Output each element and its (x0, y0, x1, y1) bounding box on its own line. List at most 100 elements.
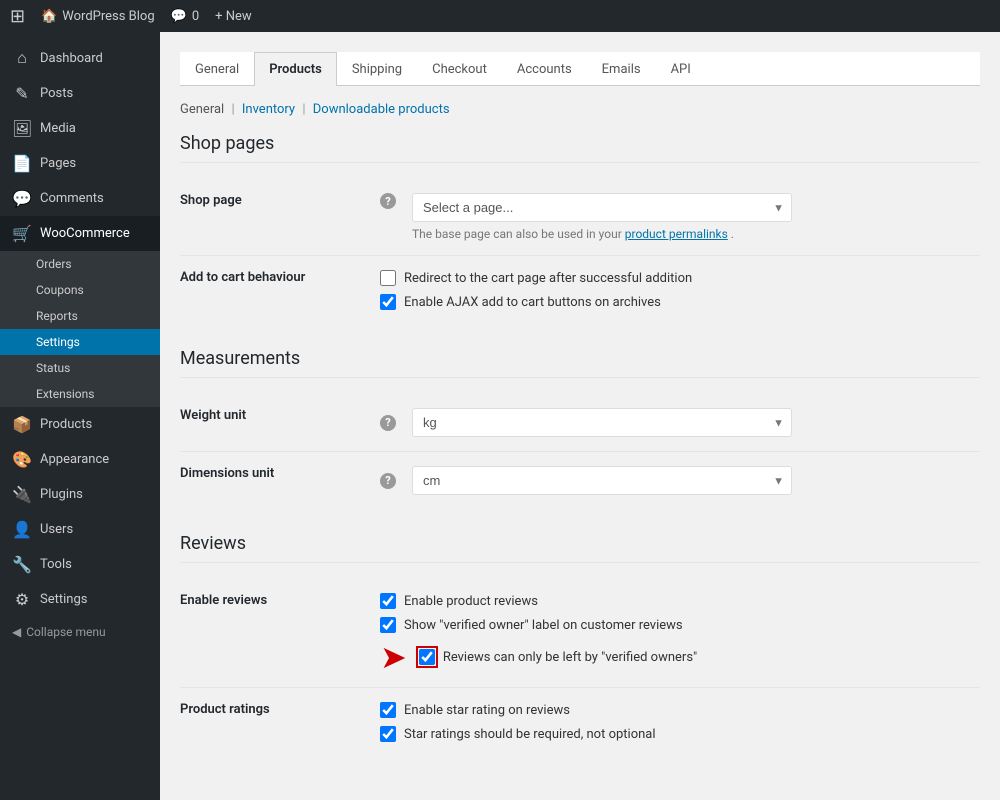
posts-icon: ✎ (12, 84, 32, 103)
enable-reviews-option1-label: Enable product reviews (404, 594, 538, 609)
shop-page-help-text: The base page can also be used in your p… (412, 227, 792, 241)
measurements-table: Weight unit ? kg g lbs oz (180, 394, 980, 509)
sidebar-item-pages[interactable]: 📄 Pages (0, 146, 160, 181)
sidebar-item-media[interactable]: 🖼 Media (0, 111, 160, 146)
comments-icon: 💬 (171, 9, 187, 24)
collapse-icon: ◀ (12, 625, 21, 639)
new-item[interactable]: + New (215, 9, 252, 24)
sidebar-item-coupons[interactable]: Coupons (0, 277, 160, 303)
wp-logo-icon: ⊞ (10, 6, 25, 27)
collapse-menu[interactable]: ◀ Collapse menu (0, 617, 160, 647)
sidebar-item-label: Settings (40, 592, 87, 607)
sidebar-item-settings[interactable]: Settings (0, 329, 160, 355)
dimensions-unit-select-wrap: cm m mm in yd ▼ (412, 466, 792, 495)
weight-unit-label: Weight unit (180, 408, 246, 423)
product-ratings-option2-row: Star ratings should be required, not opt… (380, 726, 980, 742)
sidebar: ⌂ Dashboard ✎ Posts 🖼 Media 📄 Pages 💬 Co… (0, 32, 160, 800)
shop-pages-title: Shop pages (180, 133, 980, 163)
product-ratings-option2-checkbox[interactable] (380, 726, 396, 742)
sidebar-item-orders[interactable]: Orders (0, 251, 160, 277)
settings-label: Settings (36, 335, 80, 349)
appearance-icon: 🎨 (12, 450, 32, 469)
shop-page-label: Shop page (180, 193, 242, 208)
plugins-icon: 🔌 (12, 485, 32, 504)
sidebar-item-label: Plugins (40, 487, 83, 502)
add-to-cart-option2-checkbox[interactable] (380, 294, 396, 310)
tab-emails[interactable]: Emails (587, 52, 656, 86)
woocommerce-icon: 🛒 (12, 224, 32, 243)
enable-reviews-option3-label: Reviews can only be left by "verified ow… (443, 650, 697, 665)
extensions-label: Extensions (36, 387, 94, 401)
sidebar-item-label: Comments (40, 191, 104, 206)
product-permalinks-link[interactable]: product permalinks (625, 227, 728, 241)
sidebar-item-label: Dashboard (40, 51, 103, 66)
users-icon: 👤 (12, 520, 32, 539)
add-to-cart-row: Add to cart behaviour Redirect to the ca… (180, 256, 980, 325)
sidebar-item-woocommerce[interactable]: 🛒 WooCommerce (0, 216, 160, 251)
site-name: WordPress Blog (62, 9, 154, 24)
weight-unit-select[interactable]: kg g lbs oz (412, 408, 792, 437)
sidebar-item-users[interactable]: 👤 Users (0, 512, 160, 547)
dimensions-unit-select[interactable]: cm m mm in yd (412, 466, 792, 495)
product-ratings-option1-row: Enable star rating on reviews (380, 702, 980, 718)
dimensions-help-icon[interactable]: ? (380, 473, 396, 489)
sidebar-item-reports[interactable]: Reports (0, 303, 160, 329)
subnav-inventory[interactable]: Inventory (242, 102, 295, 117)
coupons-label: Coupons (36, 283, 84, 297)
enable-reviews-label: Enable reviews (180, 593, 267, 608)
sidebar-item-posts[interactable]: ✎ Posts (0, 76, 160, 111)
measurements-section: Measurements Weight unit ? kg (180, 348, 980, 509)
shop-pages-section: Shop pages Shop page ? (180, 133, 980, 324)
sidebar-item-status[interactable]: Status (0, 355, 160, 381)
product-ratings-option2-label: Star ratings should be required, not opt… (404, 727, 656, 742)
weight-help-icon[interactable]: ? (380, 415, 396, 431)
enable-reviews-row: Enable reviews Enable product reviews Sh… (180, 579, 980, 688)
comments-icon: 💬 (12, 189, 32, 208)
sidebar-item-dashboard[interactable]: ⌂ Dashboard (0, 40, 160, 76)
verified-owners-arrow: ➤ (380, 641, 407, 673)
tab-api[interactable]: API (656, 52, 706, 86)
enable-reviews-option2-checkbox[interactable] (380, 617, 396, 633)
tab-checkout[interactable]: Checkout (417, 52, 502, 86)
sidebar-item-tools[interactable]: 🔧 Tools (0, 547, 160, 582)
sidebar-item-extensions[interactable]: Extensions (0, 381, 160, 407)
tab-accounts[interactable]: Accounts (502, 52, 587, 86)
enable-reviews-option2-row: Show "verified owner" label on customer … (380, 617, 980, 633)
sidebar-item-comments[interactable]: 💬 Comments (0, 181, 160, 216)
shop-page-help-icon[interactable]: ? (380, 193, 396, 209)
sidebar-item-products[interactable]: 📦 Products (0, 407, 160, 442)
sidebar-item-appearance[interactable]: 🎨 Appearance (0, 442, 160, 477)
product-ratings-option1-checkbox[interactable] (380, 702, 396, 718)
sidebar-item-label: Appearance (40, 452, 109, 467)
enable-reviews-option3-checkbox[interactable] (419, 649, 435, 665)
product-ratings-option1-label: Enable star rating on reviews (404, 703, 570, 718)
enable-reviews-option1-checkbox[interactable] (380, 593, 396, 609)
sidebar-item-plugins[interactable]: 🔌 Plugins (0, 477, 160, 512)
sidebar-item-settings-main[interactable]: ⚙ Settings (0, 582, 160, 617)
tab-general[interactable]: General (180, 52, 254, 86)
dimensions-unit-row: Dimensions unit ? cm m mm i (180, 452, 980, 510)
subnav-downloadable[interactable]: Downloadable products (313, 102, 450, 117)
tabs-bar: General Products Shipping Checkout Accou… (180, 52, 980, 86)
tools-icon: 🔧 (12, 555, 32, 574)
collapse-label: Collapse menu (26, 625, 105, 639)
tab-products[interactable]: Products (254, 52, 337, 86)
site-name-item[interactable]: 🏠 WordPress Blog (41, 9, 155, 24)
wp-logo-item[interactable]: ⊞ (10, 6, 25, 27)
sidebar-item-label: Products (40, 417, 92, 432)
shop-page-select[interactable]: Select a page... (412, 193, 792, 222)
add-to-cart-option1-checkbox[interactable] (380, 270, 396, 286)
comments-count: 0 (192, 9, 199, 24)
sidebar-item-label: Media (40, 121, 76, 136)
tab-shipping[interactable]: Shipping (337, 52, 417, 86)
subnav-current: General (180, 102, 224, 117)
add-to-cart-option1-label: Redirect to the cart page after successf… (404, 271, 692, 286)
reviews-title: Reviews (180, 533, 980, 563)
shop-pages-table: Shop page ? Select a page... (180, 179, 980, 324)
content-area: General | Inventory | Downloadable produ… (180, 86, 980, 796)
comments-item[interactable]: 💬 0 (171, 9, 200, 24)
add-to-cart-option2-row: Enable AJAX add to cart buttons on archi… (380, 294, 980, 310)
enable-reviews-option2-label: Show "verified owner" label on customer … (404, 618, 683, 633)
sidebar-item-label: WooCommerce (40, 226, 130, 241)
enable-reviews-option3-row: ➤ Reviews can only be left by "verified … (380, 641, 980, 673)
